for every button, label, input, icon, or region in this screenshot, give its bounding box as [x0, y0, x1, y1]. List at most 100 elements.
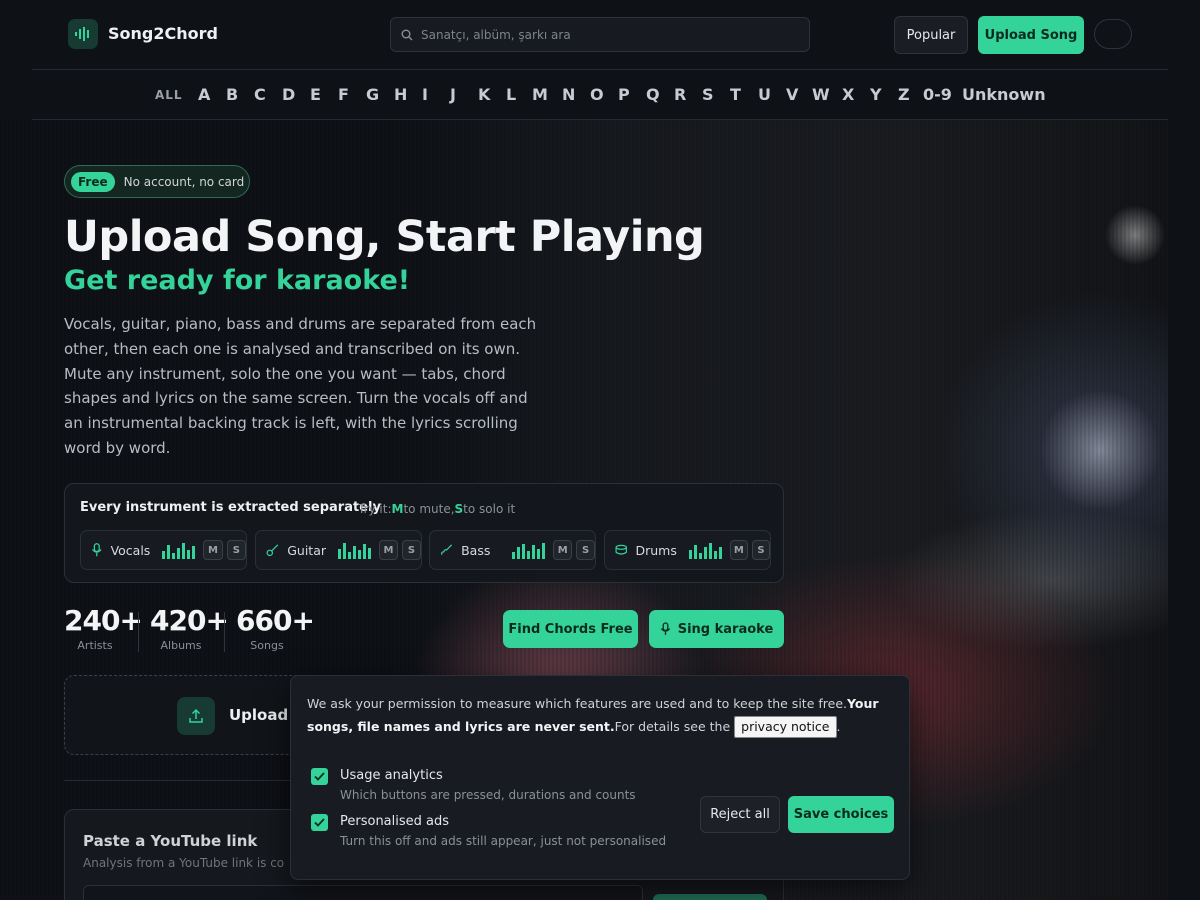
stat-divider	[138, 612, 139, 652]
level-meter	[162, 541, 196, 559]
stat-label: Artists	[77, 639, 113, 652]
stat-label: Songs	[250, 639, 284, 652]
alpha-link-q[interactable]: Q	[646, 85, 660, 104]
logo-icon[interactable]	[68, 19, 98, 49]
alpha-link-0-9[interactable]: 0-9	[923, 85, 952, 104]
mute-button[interactable]: M	[379, 540, 399, 560]
alpha-link-k[interactable]: K	[478, 85, 490, 104]
mute-button[interactable]: M	[203, 540, 223, 560]
save-choices-button[interactable]: Save choices	[788, 796, 894, 833]
solo-button[interactable]: S	[226, 540, 246, 560]
popular-button[interactable]: Popular	[894, 16, 968, 54]
alpha-link-g[interactable]: G	[366, 85, 379, 104]
mute-button[interactable]: M	[729, 540, 748, 560]
youtube-title: Paste a YouTube link	[83, 832, 258, 850]
level-meter	[688, 541, 722, 559]
alpha-link-u[interactable]: U	[758, 85, 771, 104]
logo-text[interactable]: Song2Chord	[108, 24, 218, 43]
stat-value: 420+	[150, 604, 229, 637]
sing-karaoke-label: Sing karaoke	[677, 621, 774, 637]
usage-analytics-checkbox[interactable]	[311, 768, 328, 785]
solo-button[interactable]: S	[751, 540, 770, 560]
alpha-link-y[interactable]: Y	[870, 85, 882, 104]
instrument-guitar[interactable]: Guitar M S	[255, 530, 422, 570]
youtube-analyze-button[interactable]	[653, 894, 767, 900]
page-subtitle: Get ready for karaoke!	[64, 265, 411, 296]
divider	[32, 69, 1168, 70]
divider	[32, 119, 1168, 120]
solo-button[interactable]: S	[576, 540, 595, 560]
instrument-label: Drums	[635, 542, 677, 558]
find-chords-button[interactable]: Find Chords Free	[503, 610, 638, 648]
alpha-link-n[interactable]: N	[562, 85, 575, 104]
option-description: Turn this off and ads still appear, just…	[340, 834, 667, 848]
alpha-link-s[interactable]: S	[702, 85, 714, 104]
instrument-card-title: Every instrument is extracted separately	[80, 500, 381, 515]
reject-all-button[interactable]: Reject all	[700, 796, 780, 833]
consent-text-2: For details see the	[614, 719, 731, 734]
stat-artists: 240+ Artists	[64, 604, 143, 652]
theme-toggle[interactable]	[1094, 19, 1132, 49]
instrument-hint: Try it:Mto mute,Sto solo it	[358, 502, 515, 516]
level-meter	[512, 541, 546, 559]
personalised-ads-checkbox[interactable]	[311, 814, 328, 831]
microphone-icon	[660, 622, 670, 635]
alphabet-nav: ALL A B C D E F G H I J K L M N O P Q R S T U V W X Y Z 0-9 Unknown	[0, 82, 1200, 110]
consent-text-1: We ask your permission to measure which …	[307, 696, 847, 711]
alpha-link-z[interactable]: Z	[898, 85, 910, 104]
stat-divider	[224, 612, 225, 652]
alpha-link-i[interactable]: I	[422, 85, 428, 104]
stat-value: 660+	[236, 604, 315, 637]
search-input[interactable]	[421, 27, 801, 42]
privacy-notice-link[interactable]: privacy notice	[734, 716, 837, 738]
youtube-url-input[interactable]	[83, 885, 643, 900]
instrument-vocals[interactable]: Vocals M S	[80, 530, 247, 570]
alpha-link-d[interactable]: D	[282, 85, 295, 104]
alpha-link-m[interactable]: M	[532, 85, 548, 104]
solo-button[interactable]: S	[402, 540, 422, 560]
guitar-icon	[266, 544, 279, 557]
instrument-label: Guitar	[287, 542, 327, 558]
badge-note: No account, no card	[123, 174, 245, 189]
instrument-drums[interactable]: Drums M S	[604, 530, 771, 570]
stat-songs: 660+ Songs	[236, 604, 315, 652]
free-pill: Free	[71, 171, 115, 192]
alpha-link-a[interactable]: A	[198, 85, 210, 104]
alpha-link-e[interactable]: E	[310, 85, 321, 104]
alpha-link-t[interactable]: T	[730, 85, 741, 104]
top-header: Song2Chord Popular Upload Song	[0, 0, 1200, 70]
upload-icon	[177, 697, 215, 735]
alpha-link-j[interactable]: J	[450, 85, 456, 104]
mute-button[interactable]: M	[553, 540, 573, 560]
alpha-link-r[interactable]: R	[674, 85, 686, 104]
alpha-link-x[interactable]: X	[842, 85, 854, 104]
instrument-label: Vocals	[110, 542, 151, 558]
hero-description: Vocals, guitar, piano, bass and drums ar…	[64, 315, 537, 457]
page-title: Upload Song, Start Playing	[64, 212, 705, 262]
alpha-link-b[interactable]: B	[226, 85, 238, 104]
alpha-link-f[interactable]: F	[338, 85, 349, 104]
check-icon	[314, 772, 325, 781]
search-box[interactable]	[390, 17, 810, 52]
sing-karaoke-button[interactable]: Sing karaoke	[649, 610, 784, 648]
alpha-link-h[interactable]: H	[394, 85, 407, 104]
alpha-link-v[interactable]: V	[786, 85, 798, 104]
alpha-link-p[interactable]: P	[618, 85, 630, 104]
drum-icon	[615, 544, 627, 555]
alpha-link-l[interactable]: L	[506, 85, 516, 104]
page-edge	[1168, 120, 1200, 900]
alpha-link-all[interactable]: ALL	[155, 88, 183, 102]
check-icon	[314, 818, 325, 827]
hint-suffix: to solo it	[463, 502, 516, 516]
alpha-link-unknown[interactable]: Unknown	[962, 85, 1046, 104]
level-meter	[338, 541, 372, 559]
stat-value: 240+	[64, 604, 143, 637]
alpha-link-c[interactable]: C	[254, 85, 266, 104]
upload-song-button[interactable]: Upload Song	[978, 16, 1084, 54]
option-label: Personalised ads	[340, 814, 450, 829]
option-label: Usage analytics	[340, 768, 443, 783]
microphone-icon	[91, 543, 102, 557]
instrument-bass[interactable]: Bass M S	[429, 530, 596, 570]
alpha-link-o[interactable]: O	[590, 85, 604, 104]
alpha-link-w[interactable]: W	[812, 85, 830, 104]
